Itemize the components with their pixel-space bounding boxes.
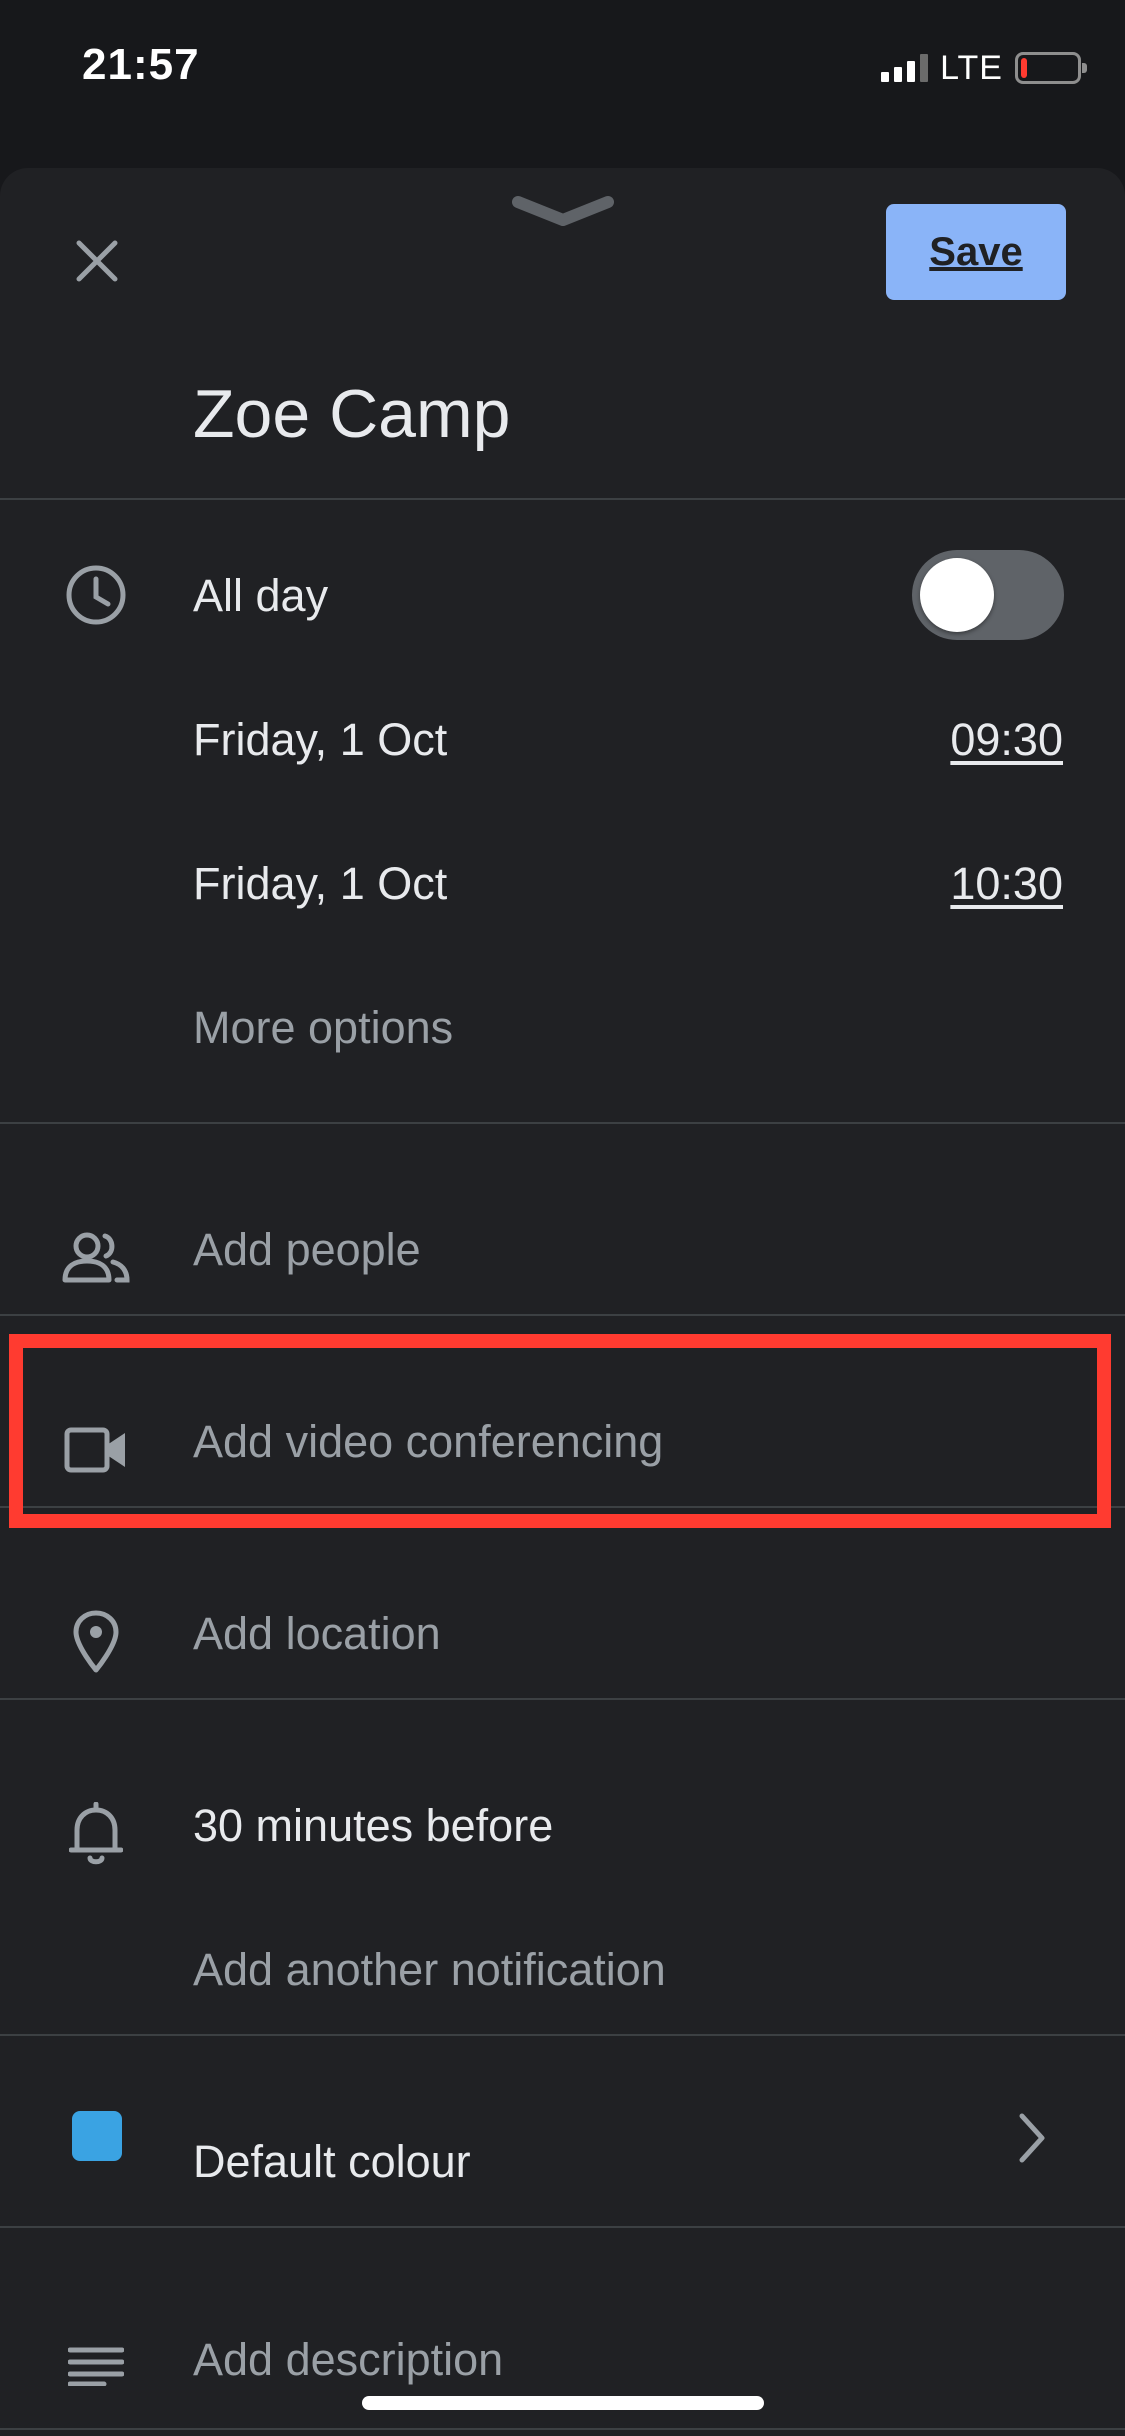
status-indicators: LTE [881, 48, 1087, 88]
end-date[interactable]: Friday, 1 Oct [193, 854, 447, 914]
divider [0, 2428, 1125, 2430]
chevron-right-icon[interactable] [1010, 2108, 1050, 2168]
end-time[interactable]: 10:30 [950, 854, 1063, 914]
home-indicator[interactable] [362, 2396, 764, 2410]
toggle-knob [920, 558, 994, 632]
divider [0, 1698, 1125, 1700]
start-date[interactable]: Friday, 1 Oct [193, 710, 447, 770]
battery-level [1021, 58, 1027, 78]
close-button[interactable] [62, 226, 132, 296]
divider [0, 1314, 1125, 1316]
add-description-field[interactable]: Add description [193, 2330, 503, 2390]
sheet-grabber-chevron-icon[interactable] [512, 192, 614, 232]
notification-30-minutes[interactable]: 30 minutes before [193, 1796, 553, 1856]
network-label: LTE [940, 48, 1003, 87]
status-bar: 21:57 LTE [0, 0, 1125, 150]
colour-swatch [72, 2111, 122, 2161]
description-lines-icon [60, 2330, 132, 2402]
divider [0, 2034, 1125, 2036]
all-day-toggle[interactable] [912, 550, 1064, 640]
add-location-field[interactable]: Add location [193, 1604, 441, 1664]
battery-icon [1015, 52, 1087, 84]
location-pin-icon [60, 1606, 132, 1678]
divider [0, 2226, 1125, 2228]
event-title[interactable]: Zoe Camp [193, 375, 510, 453]
all-day-label: All day [193, 570, 329, 621]
divider [0, 1122, 1125, 1124]
signal-icon [881, 54, 929, 82]
save-button[interactable]: Save [886, 204, 1066, 300]
clock-icon [60, 559, 132, 631]
default-colour-option[interactable]: Default colour [193, 2132, 471, 2192]
add-notification-link[interactable]: Add another notification [193, 1940, 666, 2000]
close-icon [76, 240, 118, 282]
status-time: 21:57 [82, 40, 200, 89]
people-icon [60, 1222, 132, 1294]
bell-icon [60, 1798, 132, 1870]
location-highlight-box [9, 1334, 1111, 1528]
add-people-field[interactable]: Add people [193, 1220, 421, 1280]
start-time[interactable]: 09:30 [950, 710, 1063, 770]
more-options-link[interactable]: More options [193, 998, 453, 1058]
divider [0, 498, 1125, 500]
event-editor-sheet: Save Zoe Camp All day Friday, 1 Oct 09:3… [0, 168, 1125, 2436]
